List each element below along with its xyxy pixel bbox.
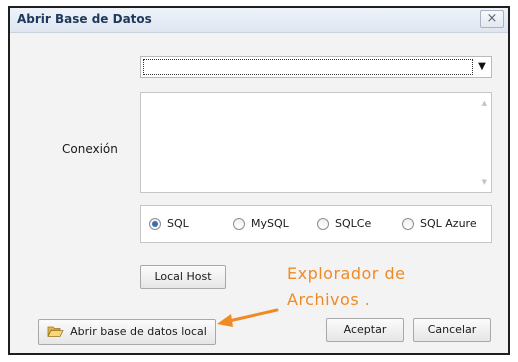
annotation-line-2: Archivos .: [287, 290, 371, 309]
radio-checked-icon: [149, 217, 161, 230]
local-host-button[interactable]: Local Host: [140, 265, 226, 289]
radio-sql-azure[interactable]: SQL Azure: [402, 217, 477, 230]
close-button[interactable]: ×: [480, 10, 504, 28]
radio-label: SQL Azure: [420, 217, 477, 230]
connection-memo[interactable]: ▲ ▼: [140, 92, 492, 193]
open-local-db-button[interactable]: Abrir base de datos local: [38, 319, 216, 345]
radio-unchecked-icon: [317, 217, 329, 230]
radio-sqlce[interactable]: SQLCe: [317, 217, 371, 230]
arrow-left-icon: [217, 308, 279, 327]
close-icon: ×: [486, 11, 498, 26]
radio-label: SQLCe: [335, 217, 372, 230]
radio-unchecked-icon: [233, 217, 245, 230]
scroll-up-icon[interactable]: ▲: [482, 99, 487, 107]
accept-button[interactable]: Aceptar: [326, 318, 404, 342]
cancel-button[interactable]: Cancelar: [413, 318, 491, 342]
open-local-label: Abrir base de datos local: [70, 325, 207, 338]
radio-sql[interactable]: SQL: [149, 217, 189, 230]
connection-label: Conexión: [62, 142, 118, 156]
connection-combo[interactable]: ▼: [140, 56, 492, 78]
memo-scrollbar[interactable]: ▲ ▼: [475, 93, 491, 192]
chevron-down-icon[interactable]: ▼: [473, 57, 491, 77]
dialog-title: Abrir Base de Datos: [17, 12, 152, 26]
combo-text: [143, 59, 473, 75]
db-type-radio-group: SQL MySQL SQLCe SQL Azure: [140, 205, 492, 243]
radio-label: MySQL: [251, 217, 289, 230]
dialog-window: Abrir Base de Datos × ▼ Conexión ▲ ▼ SQL…: [8, 6, 510, 355]
scroll-down-icon[interactable]: ▼: [482, 178, 487, 186]
radio-unchecked-icon: [402, 217, 414, 230]
radio-label: SQL: [167, 217, 189, 230]
annotation-line-1: Explorador de: [287, 264, 406, 283]
annotation-text: Explorador de Archivos .: [287, 261, 457, 313]
folder-open-icon: [47, 326, 64, 337]
title-bar[interactable]: Abrir Base de Datos ×: [10, 8, 508, 33]
radio-mysql[interactable]: MySQL: [233, 217, 289, 230]
